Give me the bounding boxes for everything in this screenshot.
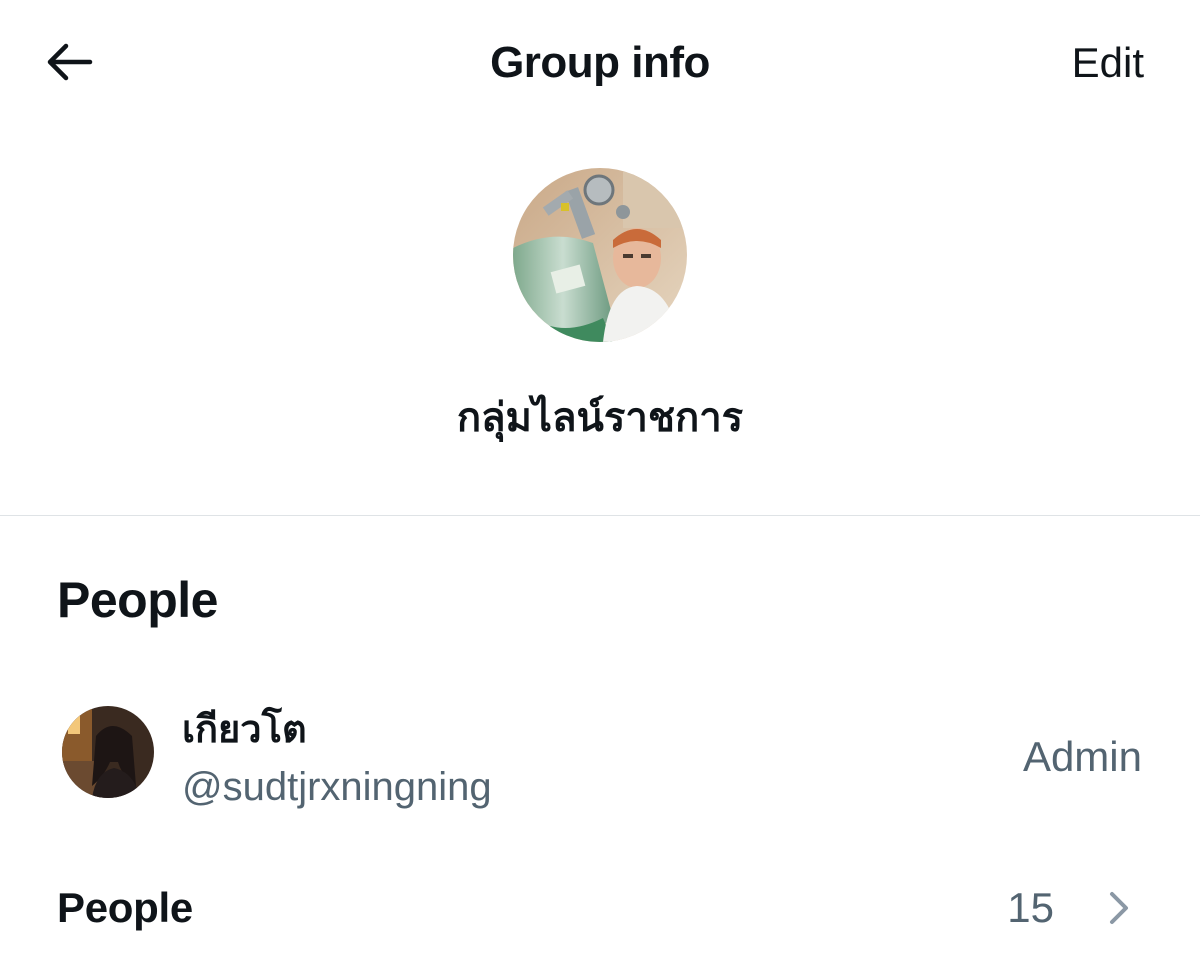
member-name: เกียวโต: [182, 707, 307, 751]
section-divider: [0, 515, 1200, 516]
group-avatar-image: [513, 168, 687, 342]
chevron-right-icon: [1106, 888, 1132, 928]
member-row[interactable]: เกียวโต @sudtjrxningning Admin: [0, 690, 1200, 820]
member-avatar-image: [62, 706, 154, 798]
all-people-row[interactable]: People 15: [0, 872, 1200, 946]
member-role-badge: Admin: [1022, 733, 1142, 780]
avatar[interactable]: [62, 706, 154, 798]
all-people-label: People: [57, 884, 193, 931]
people-count: 15: [1007, 884, 1054, 931]
header: Group info Edit: [0, 0, 1200, 126]
member-handle: @sudtjrxningning: [182, 765, 492, 809]
people-section-title: People: [57, 572, 218, 628]
page-title: Group info: [490, 38, 710, 87]
group-name: กลุ่มไลน์ราชการ: [456, 395, 744, 441]
edit-button[interactable]: Edit: [1072, 38, 1144, 88]
group-avatar[interactable]: [513, 168, 687, 342]
